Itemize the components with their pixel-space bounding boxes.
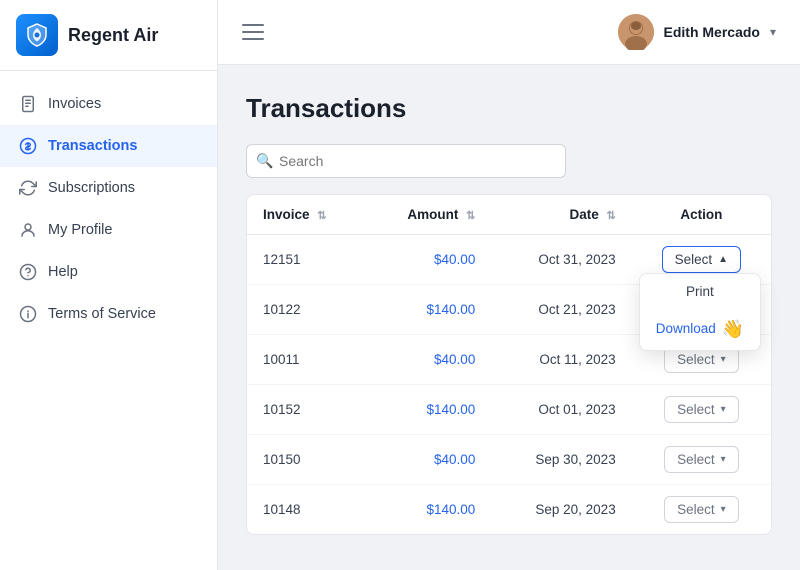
sidebar-item-help[interactable]: Help: [0, 251, 217, 293]
action-dropdown: Print Download 👋: [639, 273, 761, 351]
table-row: 12151 $40.00 Oct 31, 2023 Select ▲ Print: [247, 235, 771, 285]
receipt-icon: [18, 94, 38, 114]
sidebar-item-my-profile[interactable]: My Profile: [0, 209, 217, 251]
transactions-table: Invoice ⇅ Amount ⇅ Date ⇅ Action: [246, 194, 772, 535]
sidebar-item-subscriptions[interactable]: Subscriptions: [0, 167, 217, 209]
logo-icon: [16, 14, 58, 56]
page-title: Transactions: [246, 93, 772, 124]
cell-invoice: 12151: [247, 235, 366, 285]
cell-date: Sep 20, 2023: [491, 485, 631, 535]
sidebar-item-label-terms: Terms of Service: [48, 306, 156, 322]
cell-invoice: 10152: [247, 385, 366, 435]
select-button[interactable]: Select ▾: [664, 446, 739, 473]
table-row: 10150 $40.00 Sep 30, 2023 Select ▾: [247, 435, 771, 485]
sort-icon-invoice[interactable]: ⇅: [317, 209, 326, 222]
cell-amount: $140.00: [366, 385, 491, 435]
cell-action: Select ▾: [632, 435, 771, 485]
caret-down-icon: ▾: [721, 504, 726, 515]
app-name: Regent Air: [68, 25, 158, 46]
cell-date: Sep 30, 2023: [491, 435, 631, 485]
sidebar-item-terms[interactable]: Terms of Service: [0, 293, 217, 335]
user-icon: [18, 220, 38, 240]
caret-down-icon: ▾: [721, 454, 726, 465]
sidebar: Regent Air Invoices Tra: [0, 0, 218, 570]
sidebar-item-label-my-profile: My Profile: [48, 222, 112, 238]
sidebar-item-label-subscriptions: Subscriptions: [48, 180, 135, 196]
refresh-icon: [18, 178, 38, 198]
cell-amount: $40.00: [366, 435, 491, 485]
header: Edith Mercado ▾: [218, 0, 800, 65]
table-header-row: Invoice ⇅ Amount ⇅ Date ⇅ Action: [247, 195, 771, 235]
sidebar-item-label-transactions: Transactions: [48, 138, 137, 154]
search-container: 🔍: [246, 144, 566, 178]
col-header-action: Action: [632, 195, 771, 235]
user-name: Edith Mercado: [664, 24, 760, 40]
cell-date: Oct 21, 2023: [491, 285, 631, 335]
search-icon: 🔍: [256, 153, 273, 170]
caret-down-icon: ▾: [721, 404, 726, 415]
cell-invoice: 10011: [247, 335, 366, 385]
caret-up-icon: ▲: [718, 254, 728, 265]
info-circle-icon: [18, 304, 38, 324]
cell-amount: $40.00: [366, 235, 491, 285]
content-area: Transactions 🔍 Invoice ⇅ Amount ⇅: [218, 65, 800, 570]
sidebar-item-invoices[interactable]: Invoices: [0, 83, 217, 125]
cell-invoice: 10122: [247, 285, 366, 335]
cursor-hand-icon: 👋: [722, 319, 744, 340]
select-button[interactable]: Select ▾: [664, 496, 739, 523]
cell-date: Oct 31, 2023: [491, 235, 631, 285]
help-circle-icon: [18, 262, 38, 282]
main-area: Edith Mercado ▾ Transactions 🔍 Invoice ⇅: [218, 0, 800, 570]
cell-invoice: 10148: [247, 485, 366, 535]
table-row: 10148 $140.00 Sep 20, 2023 Select ▾: [247, 485, 771, 535]
hamburger-line-1: [242, 24, 264, 26]
sidebar-item-transactions[interactable]: Transactions: [0, 125, 217, 167]
dropdown-item-download[interactable]: Download 👋: [640, 309, 760, 350]
sidebar-item-label-invoices: Invoices: [48, 96, 101, 112]
table-row: 10152 $140.00 Oct 01, 2023 Select ▾: [247, 385, 771, 435]
sort-icon-date[interactable]: ⇅: [606, 209, 615, 222]
dropdown-item-print[interactable]: Print: [640, 274, 760, 309]
select-button[interactable]: Select ▾: [664, 396, 739, 423]
col-header-date: Date ⇅: [491, 195, 631, 235]
caret-down-icon: ▾: [721, 354, 726, 365]
cell-invoice: 10150: [247, 435, 366, 485]
cell-action: Select ▾: [632, 385, 771, 435]
cell-amount: $140.00: [366, 485, 491, 535]
hamburger-line-2: [242, 31, 264, 33]
col-header-amount: Amount ⇅: [366, 195, 491, 235]
chevron-down-icon: ▾: [770, 25, 776, 39]
avatar: [618, 14, 654, 50]
cell-action: Select ▾: [632, 485, 771, 535]
sidebar-navigation: Invoices Transactions Sub: [0, 71, 217, 570]
sidebar-logo: Regent Air: [0, 0, 217, 71]
user-menu[interactable]: Edith Mercado ▾: [618, 14, 777, 50]
select-button-open[interactable]: Select ▲: [662, 246, 741, 273]
hamburger-line-3: [242, 38, 264, 40]
sidebar-item-label-help: Help: [48, 264, 78, 280]
sort-icon-amount[interactable]: ⇅: [466, 209, 475, 222]
cell-date: Oct 01, 2023: [491, 385, 631, 435]
dollar-circle-icon: [18, 136, 38, 156]
hamburger-menu[interactable]: [242, 24, 264, 40]
col-header-invoice: Invoice ⇅: [247, 195, 366, 235]
cell-amount: $140.00: [366, 285, 491, 335]
cell-amount: $40.00: [366, 335, 491, 385]
search-input[interactable]: [246, 144, 566, 178]
cell-date: Oct 11, 2023: [491, 335, 631, 385]
cell-action: Select ▲ Print Download 👋: [632, 235, 771, 285]
